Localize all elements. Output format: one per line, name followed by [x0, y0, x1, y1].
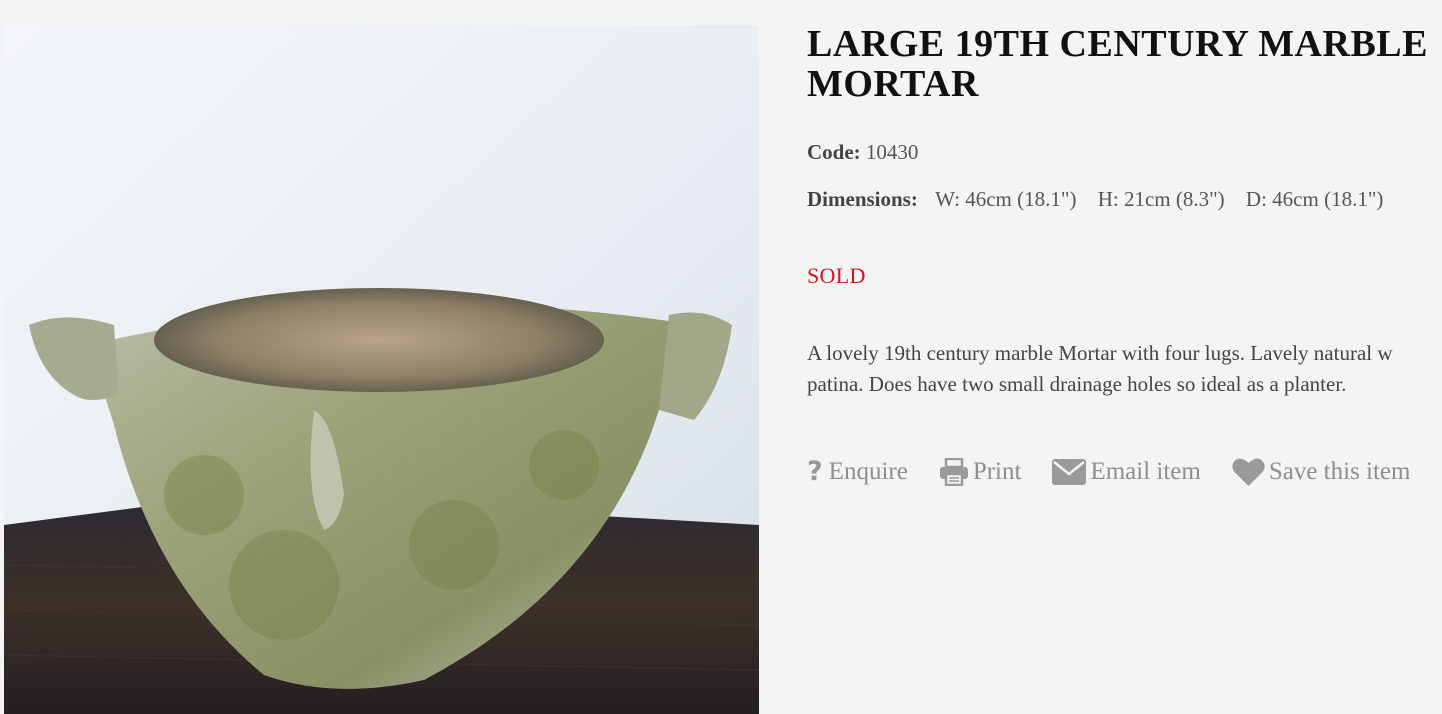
print-label: Print	[972, 457, 1022, 485]
code-label: Code:	[807, 140, 861, 164]
product-title-line-1: LARGE 19TH CENTURY MARBLE	[807, 23, 1428, 65]
save-item-link[interactable]: Save this item	[1232, 457, 1411, 487]
product-photo[interactable]	[4, 25, 759, 714]
enquire-label: Enquire	[828, 457, 908, 485]
dimension-height: H: 21cm (8.3")	[1097, 187, 1225, 211]
product-dimensions: Dimensions: W: 46cm (18.1") H: 21cm (8.3…	[807, 187, 1383, 212]
save-item-label: Save this item	[1268, 457, 1411, 485]
question-mark-icon: ?	[807, 456, 823, 487]
product-description: A lovely 19th century marble Mortar with…	[807, 338, 1442, 400]
heart-icon	[1232, 458, 1265, 486]
enquire-link[interactable]: ? Enquire	[807, 456, 908, 487]
printer-icon	[939, 457, 968, 486]
product-title-line-2: MORTAR	[807, 63, 979, 105]
product-actions: ? Enquire Print Email item Save this ite…	[807, 456, 1441, 487]
envelope-icon	[1052, 458, 1087, 485]
description-line-1: A lovely 19th century marble Mortar with…	[807, 341, 1393, 365]
email-item-label: Email item	[1090, 457, 1201, 485]
mortar-image	[4, 25, 759, 714]
product-code: Code: 10430	[807, 140, 918, 165]
dimensions-label: Dimensions:	[807, 187, 918, 211]
description-line-2: patina. Does have two small drainage hol…	[807, 372, 1347, 396]
email-item-link[interactable]: Email item	[1052, 457, 1201, 486]
dimension-depth: D: 46cm (18.1")	[1245, 187, 1384, 211]
sold-status: SOLD	[807, 263, 866, 288]
code-value: 10430	[865, 140, 919, 164]
dimension-width: W: 46cm (18.1")	[935, 187, 1077, 211]
print-link[interactable]: Print	[939, 457, 1022, 486]
product-title: LARGE 19TH CENTURY MARBLE MORTAR	[807, 24, 1442, 104]
